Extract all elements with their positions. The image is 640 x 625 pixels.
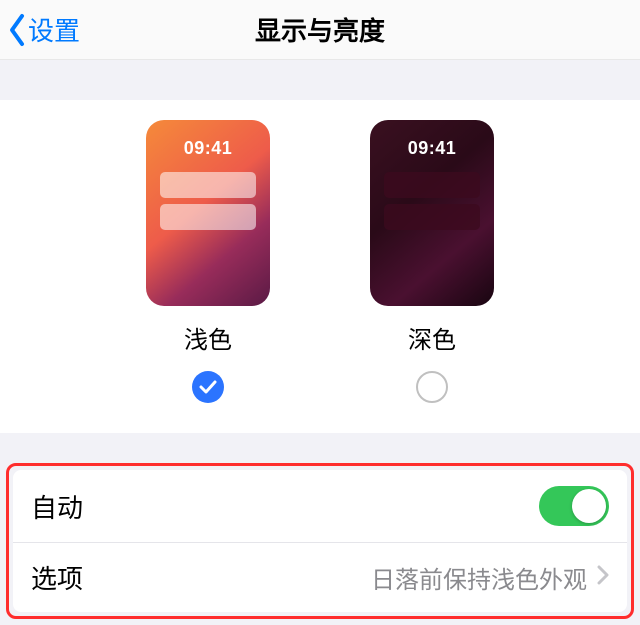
navbar: 设置 显示与亮度: [0, 0, 640, 60]
options-value: 日落前保持浅色外观: [371, 560, 587, 595]
dark-radio-unselected[interactable]: [416, 371, 448, 403]
light-radio-selected[interactable]: [192, 371, 224, 403]
automatic-row: 自动: [13, 470, 627, 542]
automatic-toggle[interactable]: [539, 486, 609, 526]
highlighted-group: 自动 选项 日落前保持浅色外观: [6, 463, 634, 619]
automatic-label: 自动: [31, 488, 83, 525]
preview-time: 09:41: [370, 120, 494, 159]
theme-option-dark[interactable]: 09:41 深色: [370, 120, 494, 403]
dark-label: 深色: [408, 320, 456, 355]
preview-widgets: [384, 172, 480, 236]
page-title: 显示与亮度: [0, 11, 640, 48]
theme-option-light[interactable]: 09:41 浅色: [146, 120, 270, 403]
preview-widgets: [160, 172, 256, 236]
back-button-label: 设置: [28, 11, 80, 48]
chevron-right-icon: [597, 564, 609, 592]
theme-options: 09:41 浅色 09:41 深色: [0, 120, 640, 403]
options-value-container: 日落前保持浅色外观: [371, 560, 609, 595]
light-label: 浅色: [184, 320, 232, 355]
checkmark-icon: [199, 380, 217, 394]
light-preview: 09:41: [146, 120, 270, 306]
back-button[interactable]: 设置: [0, 11, 80, 48]
chevron-left-icon: [8, 13, 28, 47]
appearance-section: 09:41 浅色 09:41 深色: [0, 100, 640, 433]
toggle-knob: [572, 489, 606, 523]
options-row[interactable]: 选项 日落前保持浅色外观: [13, 542, 627, 612]
settings-list: 自动 选项 日落前保持浅色外观: [13, 470, 627, 612]
options-label: 选项: [31, 559, 83, 596]
dark-preview: 09:41: [370, 120, 494, 306]
preview-time: 09:41: [146, 120, 270, 159]
